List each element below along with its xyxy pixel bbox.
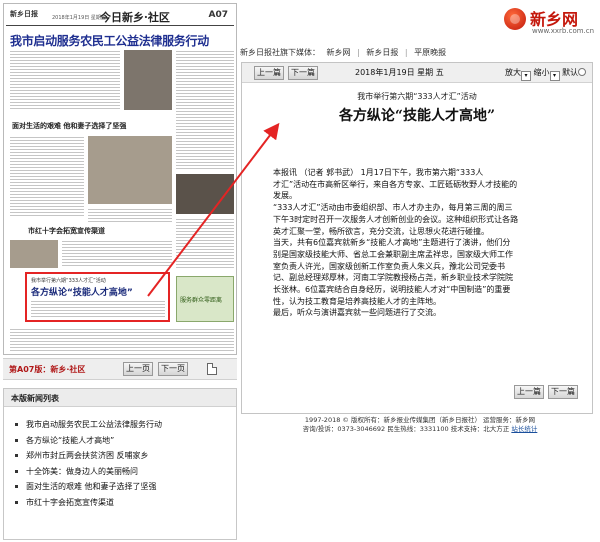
article-paragraph: 长张林。6位嘉宾结合自身经历，说明技能人才对“中国制造”的重要 — [273, 285, 511, 295]
news-photo — [124, 50, 172, 110]
text-block — [10, 50, 120, 110]
article-toolbar: 上一篇 下一篇 2018年1月19日 星期 五 放大 ▾ 缩小 ▾ 默认 — [242, 63, 592, 83]
next-page-button[interactable]: 下一页 — [158, 362, 188, 376]
footer-contact-text: 咨询/投诉：0373-3046692 民生热线：3331100 技术支持：北大方… — [302, 425, 510, 433]
media-link[interactable]: 平原晚报 — [414, 48, 446, 57]
text-block — [10, 136, 84, 216]
news-list-header: 本版新闻列表 — [4, 389, 236, 407]
footer-copyright: 1997-2018 © 版权所有：新乡报业传媒集团（新乡日报社） 运营服务：新乡… — [304, 416, 536, 424]
site-logo[interactable]: 新乡网 www.xxrb.com.cn — [504, 4, 595, 44]
news-photo — [88, 136, 172, 204]
article-paragraph: 别是国家级技能大师、省总工会兼职副主席孟祥忠，国家级大师工作 — [273, 249, 513, 259]
media-bar-label: 新乡日报社旗下媒体： — [240, 48, 320, 57]
separator: | — [404, 48, 408, 57]
article-title: 各方纵论“技能人才高地” — [338, 108, 496, 124]
article-panel: 上一篇 下一篇 2018年1月19日 星期 五 放大 ▾ 缩小 ▾ 默认 我市举行第… — [241, 62, 593, 414]
article-bottom-nav: 上一篇 下一篇 — [242, 381, 592, 403]
page-date: 2018年1月19日 星期五 — [52, 15, 106, 21]
news-list-item[interactable]: 十全饰美：做身边人的美丽畅问 — [15, 466, 162, 482]
logo-url: www.xxrb.com.cn — [532, 27, 595, 35]
article-paragraph: 英才汇聚一堂，畅所欲言，充分交流，让思想火花进行碰撞。 — [273, 226, 489, 236]
zoom-out-label[interactable]: 缩小 — [534, 68, 550, 77]
news-list-item[interactable]: 各方纵论“技能人才高地” — [15, 435, 162, 451]
news-photo — [176, 174, 234, 214]
article-paragraph: “333人才汇”活动由市委组织部、市人才办主办，每月第三周的周三 — [273, 203, 513, 213]
article-paragraph: 下午3时定时召开一次服务人才创新创业的会议。这种组织形式让各路 — [273, 214, 519, 224]
prev-article-button-bottom[interactable]: 上一篇 — [514, 385, 544, 399]
logo-mark-icon — [504, 8, 526, 30]
text-block — [176, 50, 234, 170]
ad-text: 服务群众零距离 — [180, 297, 223, 304]
highlighted-article-box[interactable]: 我市举行第六期“333人才汇”活动 各方纵论“技能人才高地” — [25, 272, 170, 322]
left-column: 新乡日报 2018年1月19日 星期五 今日新乡·社区 A07 我市启动服务农民… — [0, 0, 240, 542]
text-block — [88, 208, 172, 222]
page-label: 第A07版：新乡·社区 — [9, 365, 86, 374]
page-logo: 新乡日报 — [10, 10, 38, 18]
media-link[interactable]: 新乡日报 — [366, 48, 398, 57]
article-paragraph: 性，认为技工教育是培养高技能人才的主阵地。 — [273, 296, 441, 306]
article-kicker: 我市举行第六期“333人才汇”活动 — [357, 92, 477, 101]
page-header: 新乡日报 2018年1月19日 星期五 今日新乡·社区 A07 — [6, 6, 234, 26]
prev-page-button[interactable]: 上一页 — [123, 362, 153, 376]
media-link[interactable]: 新乡网 — [327, 48, 351, 57]
default-radio[interactable] — [578, 68, 587, 76]
next-article-button[interactable]: 下一篇 — [288, 66, 318, 80]
news-list-item[interactable]: 我市启动服务农民工公益法律服务行动 — [15, 419, 162, 435]
article-paragraph: 本报讯 （记者 郭书武） 1月17日下午，我市第六期“333人 — [273, 168, 484, 177]
default-label[interactable]: 默认 — [562, 68, 578, 77]
text-block — [31, 300, 165, 318]
pdf-icon[interactable] — [207, 363, 217, 375]
article-paragraph: 发展。 — [273, 191, 297, 201]
article-date: 2018年1月19日 星期 五 — [355, 68, 444, 77]
footer-contact: 咨询/投诉：0373-3046692 民生热线：3331100 技术支持：北大方… — [240, 425, 600, 434]
page-section-title: 今日新乡·社区 — [100, 11, 170, 24]
page-nav-bar: 第A07版：新乡·社区 上一页 下一页 — [3, 358, 237, 380]
sub-headline-2[interactable]: 市红十字会拓宽宣传渠道 — [28, 226, 105, 236]
chevron-down-icon[interactable]: ▾ — [521, 71, 531, 81]
zoom-in-label[interactable]: 放大 — [505, 68, 521, 77]
zoom-controls: 放大 ▾ 缩小 ▾ 默认 — [505, 67, 587, 81]
article-paragraph: 才汇”活动在市高新区举行，来自各方专家、工匠砥砺牧野人才技能的 — [273, 179, 518, 189]
prev-article-button[interactable]: 上一篇 — [254, 66, 284, 80]
ad-banner[interactable]: 服务群众零距离 — [176, 276, 234, 322]
site-footer: 1997-2018 © 版权所有：新乡报业传媒集团（新乡日报社） 运营服务：新乡… — [240, 416, 600, 434]
text-block — [176, 218, 234, 268]
media-bar: 新乡日报社旗下媒体： 新乡网 | 新乡日报 | 平原晚报 — [240, 47, 600, 60]
news-list: 我市启动服务农民工公益法律服务行动 各方纵论“技能人才高地” 郑州市封丘两会扶贫… — [15, 419, 162, 513]
article-body: 本报讯 （记者 郭书武） 1月17日下午，我市第六期“333人 才汇”活动在市高… — [273, 167, 591, 319]
news-photo — [10, 240, 58, 268]
stats-link[interactable]: 站长统计 — [511, 425, 537, 433]
news-list-item[interactable]: 面对生活的艰难 他和妻子选择了坚强 — [15, 481, 162, 497]
separator: | — [357, 48, 360, 57]
news-list-panel: 本版新闻列表 我市启动服务农民工公益法律服务行动 各方纵论“技能人才高地” 郑州… — [3, 388, 237, 540]
news-list-title: 本版新闻列表 — [11, 394, 59, 403]
article-paragraph: 当天，共有6位嘉宾就新乡“技能人才高地”主题进行了演讲，他们分 — [273, 238, 511, 248]
page-number: A07 — [208, 10, 229, 20]
text-block — [62, 240, 172, 268]
highlight-kicker: 我市举行第六期“333人才汇”活动 — [31, 278, 106, 284]
news-list-item[interactable]: 郑州市封丘两会扶贫济困 反哺家乡 — [15, 450, 162, 466]
next-article-button-bottom[interactable]: 下一篇 — [548, 385, 578, 399]
article-paragraph: 记、副总经理郑厚林，河南工学院教授杨占尧，新乡职业技术学院院 — [273, 273, 513, 283]
article-paragraph: 最后，听众与演讲嘉宾就一些问题进行了交流。 — [273, 308, 441, 318]
article-paragraph: 室负责人许光，国家级创新工作室负责人朱义兵，豫北公司党委书 — [273, 261, 505, 271]
sub-headline-1[interactable]: 面对生活的艰难 他和妻子选择了坚强 — [12, 121, 126, 131]
right-column: 新乡网 www.xxrb.com.cn 新乡日报社旗下媒体： 新乡网 | 新乡日… — [240, 0, 600, 542]
text-block — [10, 328, 234, 352]
news-list-item[interactable]: 市红十字会拓宽宣传渠道 — [15, 497, 162, 513]
chevron-down-icon[interactable]: ▾ — [549, 71, 560, 81]
newspaper-page-thumbnail[interactable]: 新乡日报 2018年1月19日 星期五 今日新乡·社区 A07 我市启动服务农民… — [3, 3, 237, 355]
page-main-headline[interactable]: 我市启动服务农民工公益法律服务行动 — [10, 32, 232, 49]
highlight-title: 各方纵论“技能人才高地” — [31, 288, 133, 298]
